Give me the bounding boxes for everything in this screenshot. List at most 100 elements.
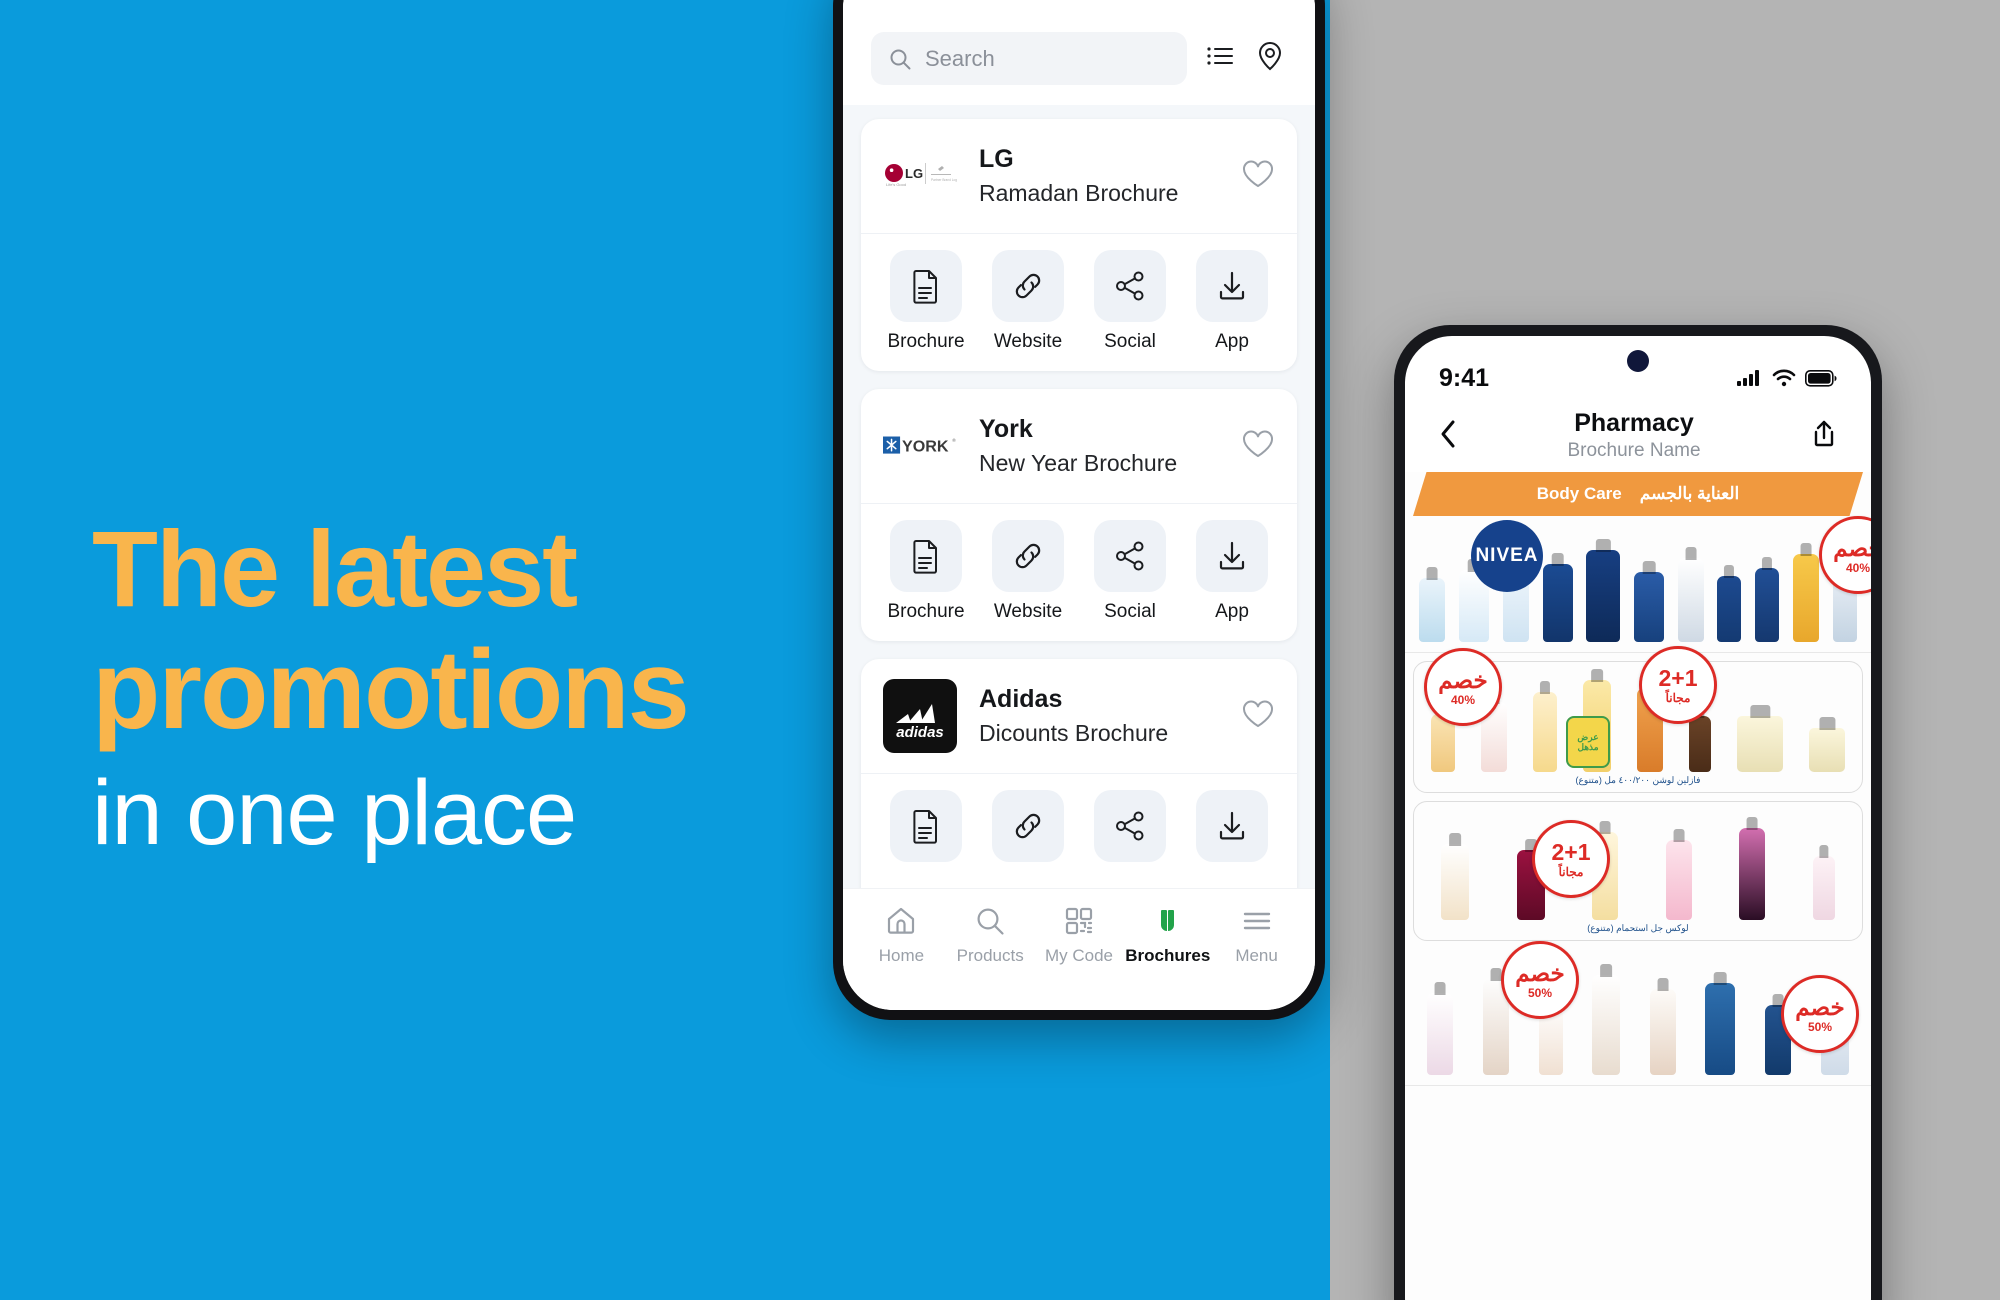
search-icon: [890, 49, 911, 69]
action-social[interactable]: Social: [1083, 250, 1177, 353]
card-actions: Brochure Website: [861, 504, 1297, 641]
brochure-row-soaps: خصم 50% خصم 50%: [1405, 941, 1871, 1086]
brochure-card[interactable]: LG Life's Good Partner Brand Logo Mark L…: [861, 119, 1297, 371]
download-icon: [1219, 541, 1245, 570]
action-label: App: [1215, 331, 1249, 352]
svg-text:®: ®: [952, 437, 956, 444]
brochure-card[interactable]: YORK ® York New Year Brochure Brochure W…: [861, 389, 1297, 641]
york-logo: YORK ®: [883, 409, 957, 483]
promo-small: 50%: [1807, 1019, 1833, 1034]
favorite-button[interactable]: [1241, 428, 1275, 465]
document-icon: [913, 270, 937, 304]
action-brochure[interactable]: Brochure: [879, 520, 973, 623]
list-view-icon: [1207, 47, 1233, 65]
promo-small: 40%: [1845, 560, 1871, 575]
download-icon: [1219, 271, 1245, 300]
search-icon: [977, 908, 1004, 935]
brand-name: LG: [979, 145, 1014, 173]
share-up-icon: [1814, 420, 1834, 446]
nav-item-my-code[interactable]: My Code: [1035, 905, 1124, 966]
action-tile: [1094, 520, 1166, 592]
share-nodes-icon: [1116, 271, 1144, 301]
brochure-list[interactable]: LG Life's Good Partner Brand Logo Mark L…: [843, 105, 1315, 888]
search-header: Search: [843, 0, 1315, 105]
nav-item-home[interactable]: Home: [857, 905, 946, 966]
svg-text:adidas: adidas: [896, 724, 944, 741]
action-label: Brochure: [887, 601, 965, 622]
promo-small: مجاناً: [1665, 690, 1691, 705]
headline-line-1: The latest: [92, 508, 578, 629]
action-app[interactable]: App: [1185, 790, 1279, 888]
promo-badge: خصم 50%: [1501, 941, 1579, 1019]
promo-small: 50%: [1527, 985, 1553, 1000]
adidas-logo: adidas: [883, 679, 957, 753]
svg-text:YORK: YORK: [902, 438, 949, 456]
promo-big: 2+1: [1551, 838, 1591, 865]
promo-big: خصم: [1438, 666, 1488, 693]
brochure-page[interactable]: Body Care العناية بالجسم NIVEA خصم 40%: [1405, 472, 1871, 1300]
list-view-button[interactable]: [1205, 41, 1235, 76]
promo-big: خصم: [1795, 993, 1845, 1020]
banner-label-ar: العناية بالجسم: [1639, 484, 1740, 503]
link-icon: [1015, 543, 1041, 569]
promo-badge: خصم 50%: [1781, 975, 1859, 1053]
wifi-icon: [1772, 369, 1796, 387]
brochure-card[interactable]: adidas Adidas Dicounts Brochure: [861, 659, 1297, 888]
action-tile: [1196, 790, 1268, 862]
document-icon: [913, 810, 937, 844]
phone-brochure-viewer: 9:41 Pharmacy Brochure Name Body Care ال…: [1394, 325, 1882, 1300]
nav-item-menu[interactable]: Menu: [1212, 905, 1301, 966]
svg-text:LG: LG: [905, 166, 923, 181]
card-actions: Brochure Website: [861, 234, 1297, 371]
favorite-button[interactable]: [1241, 698, 1275, 735]
search-input[interactable]: Search: [871, 32, 1187, 85]
action-website[interactable]: Website: [981, 520, 1075, 623]
viewer-title-group: Pharmacy Brochure Name: [1477, 409, 1791, 463]
nav-item-products[interactable]: Products: [946, 905, 1035, 966]
card-title-group: York New Year Brochure: [979, 413, 1219, 479]
share-button[interactable]: [1805, 413, 1843, 460]
product-caption: لوكس جل استحمام (متنوع): [1587, 923, 1689, 933]
action-app[interactable]: App: [1185, 250, 1279, 353]
promo-big: خصم: [1833, 534, 1871, 561]
action-brochure[interactable]: Brochure: [879, 790, 973, 888]
action-social[interactable]: Social: [1083, 520, 1177, 623]
action-website[interactable]: Website: [981, 250, 1075, 353]
document-icon: [913, 540, 937, 574]
nav-label: Menu: [1235, 946, 1278, 965]
heart-outline-icon: [1243, 430, 1273, 457]
share-nodes-icon: [1116, 541, 1144, 571]
home-icon: [888, 907, 915, 934]
action-tile: [1196, 520, 1268, 592]
card-actions: Brochure Website: [861, 774, 1297, 888]
qr-code-icon: [1065, 907, 1093, 935]
nav-label: My Code: [1044, 946, 1113, 965]
location-button[interactable]: [1253, 39, 1287, 78]
card-title-group: LG Ramadan Brochure: [979, 143, 1219, 209]
nav-label: Brochures: [1125, 946, 1211, 965]
hamburger-icon: [1243, 912, 1270, 930]
action-label: Social: [1104, 601, 1156, 622]
action-app[interactable]: App: [1185, 520, 1279, 623]
search-placeholder: Search: [925, 45, 995, 71]
action-brochure[interactable]: Brochure: [879, 250, 973, 353]
brochure-title: New Year Brochure: [979, 450, 1178, 476]
nav-label: Home: [878, 946, 925, 965]
promo-small: مجاناً: [1558, 864, 1584, 879]
book-icon: [1156, 910, 1178, 931]
back-button[interactable]: [1433, 413, 1463, 460]
viewer-title: Pharmacy: [1574, 409, 1694, 437]
brand-name: Adidas: [979, 685, 1063, 713]
brochure-panel-lux: 2+1 مجاناً لوكس جل استحمام (متنوع): [1413, 801, 1863, 941]
status-time: 9:41: [1439, 363, 1490, 392]
brochure-title: Ramadan Brochure: [979, 180, 1179, 206]
action-social[interactable]: Social: [1083, 790, 1177, 888]
action-website[interactable]: Website: [981, 790, 1075, 888]
location-pin-icon: [1258, 41, 1282, 71]
favorite-button[interactable]: [1241, 158, 1275, 195]
brochure-row-nivea: NIVEA خصم 40%: [1405, 516, 1871, 653]
nav-item-brochures[interactable]: Brochures: [1123, 905, 1212, 966]
action-tile: [992, 520, 1064, 592]
headline-line-2: promotions: [92, 627, 690, 752]
chevron-left-icon: [1441, 420, 1455, 447]
